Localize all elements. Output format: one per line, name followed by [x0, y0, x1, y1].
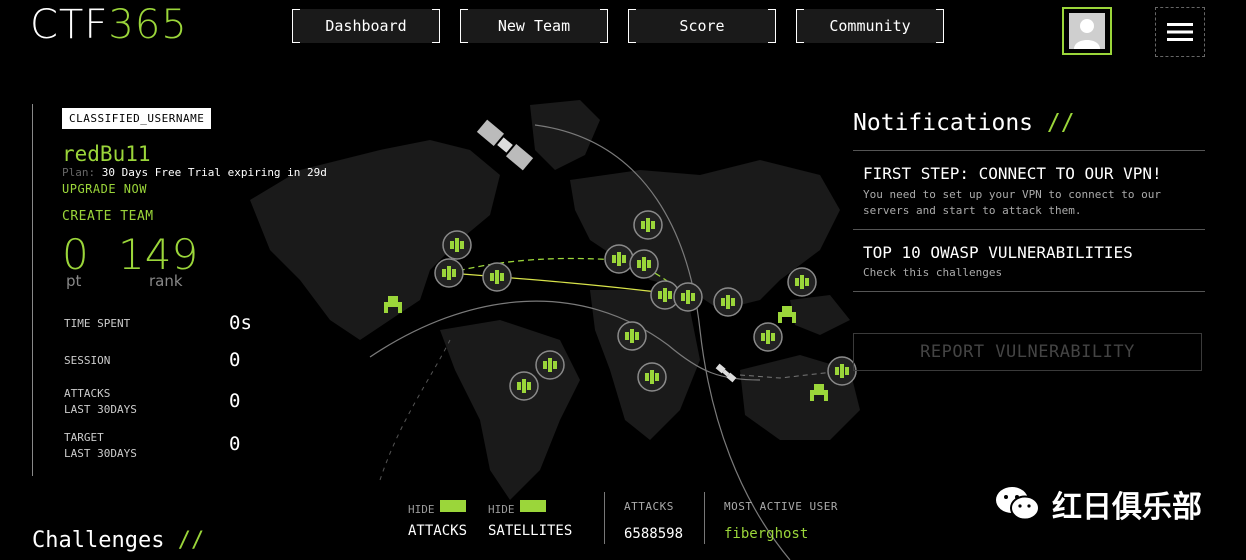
create-team-link[interactable]: CREATE TEAM: [62, 209, 154, 224]
upgrade-now-link[interactable]: UPGRADE NOW: [62, 182, 147, 196]
attack-marker-icon[interactable]: [482, 262, 512, 292]
hide-satellites-label: HIDE: [488, 503, 515, 516]
attack-marker-icon[interactable]: [673, 282, 703, 312]
wechat-watermark: 红日俱乐部: [994, 482, 1202, 526]
plan-value: 30 Days Free Trial expiring in 29d: [101, 166, 327, 179]
challenges-heading: Challenges //: [32, 528, 205, 553]
hamburger-menu-icon[interactable]: [1155, 7, 1205, 57]
attack-marker-icon[interactable]: [604, 244, 634, 274]
stat-time-spent-value: 0s: [229, 312, 252, 334]
attacks-toggle[interactable]: [440, 500, 466, 512]
attack-marker-icon[interactable]: [787, 267, 817, 297]
plan-key: Plan:: [62, 166, 96, 179]
attack-marker-icon[interactable]: [713, 287, 743, 317]
nav-community-button[interactable]: Community: [796, 9, 944, 43]
nav-score-button[interactable]: Score: [628, 9, 776, 43]
username-tag: CLASSIFIED_USERNAME: [62, 108, 212, 129]
attack-marker-icon[interactable]: [753, 322, 783, 352]
stat-session-label: SESSION: [64, 354, 111, 367]
avatar-user-icon: [1069, 13, 1105, 49]
divider: [853, 150, 1205, 151]
satellites-toggle-button[interactable]: SATELLITES: [488, 523, 572, 539]
attack-marker-icon[interactable]: [442, 230, 472, 260]
plan-info: Plan: 30 Days Free Trial expiring in 29d: [62, 166, 327, 179]
attack-marker-icon[interactable]: [637, 362, 667, 392]
attack-marker-icon[interactable]: [827, 356, 857, 386]
nav-dashboard-button[interactable]: Dashboard: [292, 9, 440, 43]
attack-marker-icon[interactable]: [633, 210, 663, 240]
stat-time-spent-label: TIME SPENT: [64, 317, 131, 330]
stat-attacks-value: 0: [229, 390, 241, 412]
most-active-user-label: MOST ACTIVE USER: [724, 500, 838, 513]
attacks-toggle-button[interactable]: ATTACKS: [408, 523, 467, 539]
rank-label: rank: [149, 272, 183, 290]
stat-session-value: 0: [229, 349, 241, 371]
attack-marker-icon[interactable]: [629, 249, 659, 279]
satellite-icon-small: [715, 363, 737, 383]
stat-target-value: 0: [229, 433, 241, 455]
report-vulnerability-button[interactable]: REPORT VULNERABILITY: [853, 333, 1202, 371]
attack-marker-icon[interactable]: [535, 350, 565, 380]
satellites-toggle[interactable]: [520, 500, 546, 512]
attack-marker-icon[interactable]: [434, 258, 464, 288]
divider: [853, 229, 1205, 230]
attacks-count-value: 6588598: [624, 526, 684, 542]
notification-title[interactable]: TOP 10 OWASP VULNERABILITIES: [863, 243, 1133, 262]
points-label: pt: [66, 272, 82, 290]
divider: [853, 291, 1205, 292]
most-active-user-link[interactable]: fiberghost: [724, 526, 808, 542]
username: redBu11: [62, 142, 151, 166]
nav-new-team-button[interactable]: New Team: [460, 9, 608, 43]
attack-marker-icon[interactable]: [509, 371, 539, 401]
user-avatar[interactable]: [1062, 7, 1112, 55]
panel-divider: [32, 104, 33, 476]
hide-attacks-label: HIDE: [408, 503, 435, 516]
divider: [704, 492, 705, 544]
ctf365-logo[interactable]: CTF365: [30, 2, 188, 48]
notifications-heading: Notifications //: [853, 110, 1075, 136]
attacks-count-label: ATTACKS: [624, 500, 674, 513]
attack-marker-icon[interactable]: [617, 321, 647, 351]
stat-target-label: TARGET LAST 30DAYS: [64, 431, 137, 460]
stat-attacks-label: ATTACKS LAST 30DAYS: [64, 387, 137, 416]
notification-desc: You need to set up your VPN to connect t…: [863, 188, 1162, 217]
wechat-icon: [996, 487, 1040, 521]
notification-title[interactable]: FIRST STEP: CONNECT TO OUR VPN!: [863, 164, 1162, 183]
divider: [604, 492, 605, 544]
notification-desc: Check this challenges: [863, 266, 1003, 279]
